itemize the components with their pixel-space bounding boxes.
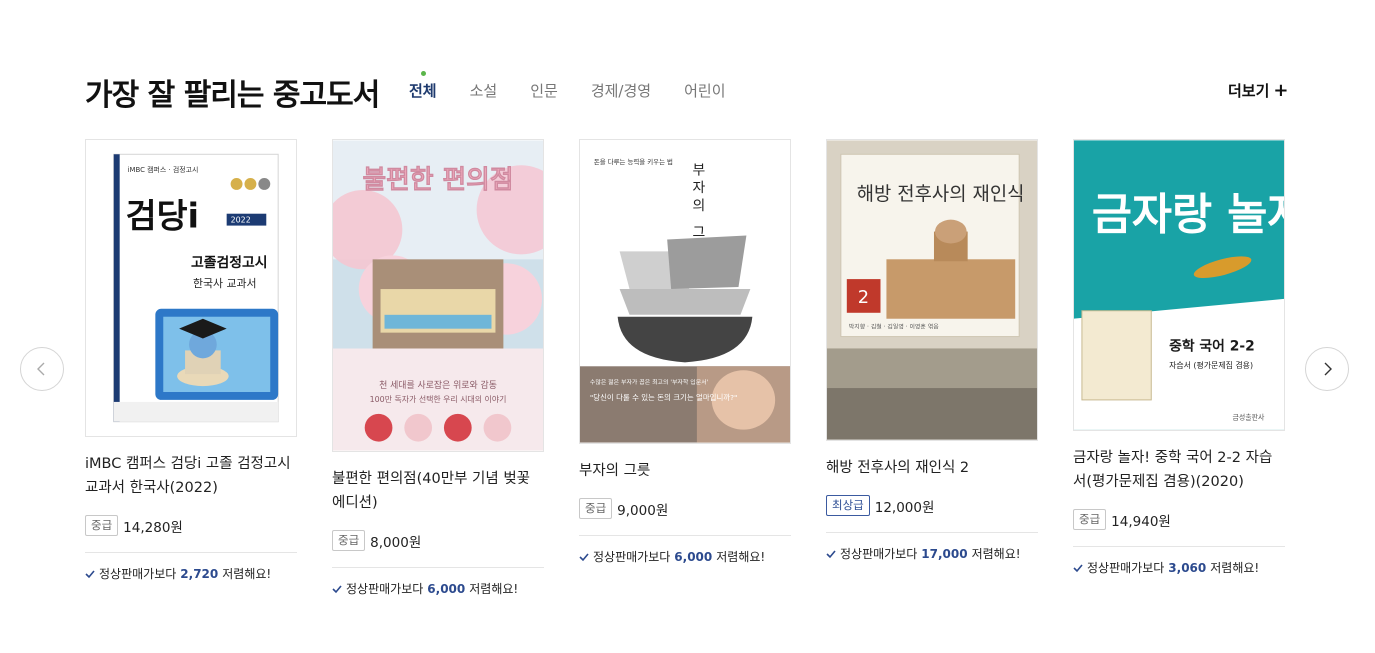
savings-note: 정상판매가보다 2,720 저렴해요! <box>85 565 297 582</box>
savings-suffix: 저렴해요! <box>1210 561 1260 575</box>
book-title[interactable]: 해방 전후사의 재인식 2 <box>826 456 1038 480</box>
tab-novel[interactable]: 소설 <box>470 80 498 101</box>
savings-prefix: 정상판매가보다 <box>346 582 424 596</box>
check-icon <box>579 552 589 561</box>
carousel-prev-button[interactable] <box>20 347 64 391</box>
price-row: 최상급 12,000원 <box>826 495 1038 533</box>
book-price: 8,000원 <box>370 534 422 551</box>
savings-suffix: 저렴해요! <box>971 547 1021 561</box>
grade-badge: 중급 <box>332 530 366 551</box>
book-price: 12,000원 <box>874 499 935 516</box>
book-cover-art: 금자랑 놀자! 중학 국어 2-2 자습서 (평가문제집 겸용) 금성출판사 <box>1074 140 1284 430</box>
chevron-left-icon <box>37 362 45 376</box>
book-card[interactable]: 금자랑 놀자! 중학 국어 2-2 자습서 (평가문제집 겸용) 금성출판사 금… <box>1073 139 1285 576</box>
savings-amount: 17,000 <box>921 546 968 561</box>
book-card[interactable]: 해방 전후사의 재인식 2 박지향 · 김철 · 김일영 · 이영훈 엮음 해방… <box>826 139 1038 562</box>
cover-line1: 박지향 · 김철 · 김일영 · 이영훈 엮음 <box>849 323 939 331</box>
cover-logo: 금자랑 놀자! <box>1092 191 1284 241</box>
check-icon <box>1073 563 1083 572</box>
savings-prefix: 정상판매가보다 <box>1087 561 1165 575</box>
book-title[interactable]: 부자의 그릇 <box>579 459 791 483</box>
tab-humanities[interactable]: 인문 <box>530 80 558 101</box>
savings-note: 정상판매가보다 6,000 저렴해요! <box>579 548 791 565</box>
check-icon <box>332 584 342 593</box>
savings-prefix: 정상판매가보다 <box>840 547 918 561</box>
savings-note: 정상판매가보다 3,060 저렴해요! <box>1073 559 1285 576</box>
cover-line2: 100만 독자가 선택한 우리 시대의 이야기 <box>370 394 507 404</box>
cover-publisher: 금성출판사 <box>1232 413 1264 422</box>
savings-suffix: 저렴해요! <box>469 582 519 596</box>
book-cover[interactable]: 불편한 편의점 천 세대를 사로잡은 위로와 감동 100만 독자가 선택한 우… <box>332 139 544 452</box>
book-title[interactable]: 금자랑 놀자! 중학 국어 2-2 자습서(평가문제집 겸용)(2020) <box>1073 446 1285 494</box>
cover-year: 2022 <box>231 216 251 225</box>
cover-quote: "당신이 다룰 수 있는 돈의 크기는 얼마입니까?" <box>590 392 738 402</box>
cover-line2: 한국사 교과서 <box>193 277 257 290</box>
grade-badge: 중급 <box>579 498 613 519</box>
book-card[interactable]: 불편한 편의점 천 세대를 사로잡은 위로와 감동 100만 독자가 선택한 우… <box>332 139 544 597</box>
cover-brand: iMBC 캠퍼스 · 검정고시 <box>128 165 199 174</box>
cover-line1: 중학 국어 2-2 <box>1169 337 1255 354</box>
book-cover[interactable]: iMBC 캠퍼스 · 검정고시 검당i 2022 고졸검정고시 한국사 교과서 <box>85 139 297 437</box>
savings-amount: 6,000 <box>674 549 713 564</box>
tab-economy[interactable]: 경제/경영 <box>591 80 651 101</box>
book-cover-art: 돈을 다루는 능력을 키우는 법 부자의 그릇 수많은 젊은 부자가 꼽은 최고… <box>580 140 790 443</box>
grade-badge: 중급 <box>1073 509 1107 530</box>
savings-prefix: 정상판매가보다 <box>593 550 671 564</box>
price-row: 중급 9,000원 <box>579 498 791 536</box>
book-cover-art: 불편한 편의점 천 세대를 사로잡은 위로와 감동 100만 독자가 선택한 우… <box>333 140 543 451</box>
book-price: 14,280원 <box>123 519 183 536</box>
check-icon <box>85 569 95 578</box>
book-price: 14,940원 <box>1111 513 1171 530</box>
cover-line1: 돈을 다루는 능력을 키우는 법 <box>594 157 673 166</box>
cover-line2: 자습서 (평가문제집 겸용) <box>1169 360 1253 370</box>
book-cover[interactable]: 해방 전후사의 재인식 2 박지향 · 김철 · 김일영 · 이영훈 엮음 <box>826 139 1038 441</box>
price-row: 중급 14,280원 <box>85 515 297 553</box>
book-cover[interactable]: 금자랑 놀자! 중학 국어 2-2 자습서 (평가문제집 겸용) 금성출판사 <box>1073 139 1285 431</box>
price-row: 중급 8,000원 <box>332 530 544 568</box>
savings-suffix: 저렴해요! <box>716 550 766 564</box>
book-price: 9,000원 <box>617 502 669 519</box>
savings-prefix: 정상판매가보다 <box>99 567 177 581</box>
cover-line2: 수많은 젊은 부자가 꼽은 최고의 '부자학 입문서' <box>590 378 709 386</box>
grade-badge: 중급 <box>85 515 119 536</box>
book-title[interactable]: 불편한 편의점(40만부 기념 벚꽃 에디션) <box>332 467 544 515</box>
category-tabs: 전체 소설 인문 경제/경영 어린이 <box>409 71 759 101</box>
savings-note: 정상판매가보다 6,000 저렴해요! <box>332 580 544 597</box>
more-button[interactable]: 더보기 + <box>1228 80 1289 101</box>
book-cover-art: 해방 전후사의 재인식 2 박지향 · 김철 · 김일영 · 이영훈 엮음 <box>827 140 1037 440</box>
book-cover[interactable]: 돈을 다루는 능력을 키우는 법 부자의 그릇 수많은 젊은 부자가 꼽은 최고… <box>579 139 791 444</box>
grade-badge: 최상급 <box>826 495 870 516</box>
chevron-right-icon <box>1324 362 1332 376</box>
savings-note: 정상판매가보다 17,000 저렴해요! <box>826 545 1038 562</box>
cover-logo: 검당i <box>126 197 199 236</box>
price-row: 중급 14,940원 <box>1073 509 1285 547</box>
cover-logo: 불편한 편의점 <box>362 165 513 195</box>
check-icon <box>826 549 836 558</box>
tab-all[interactable]: 전체 <box>409 71 437 101</box>
cover-line1: 고졸검정고시 <box>191 254 268 271</box>
savings-amount: 6,000 <box>427 581 466 596</box>
book-title[interactable]: iMBC 캠퍼스 검당i 고졸 검정고시 교과서 한국사(2022) <box>85 452 297 500</box>
savings-suffix: 저렴해요! <box>222 567 272 581</box>
tab-children[interactable]: 어린이 <box>684 80 725 101</box>
book-card[interactable]: 돈을 다루는 능력을 키우는 법 부자의 그릇 수많은 젊은 부자가 꼽은 최고… <box>579 139 791 565</box>
savings-amount: 3,060 <box>1168 560 1207 575</box>
book-card[interactable]: iMBC 캠퍼스 · 검정고시 검당i 2022 고졸검정고시 한국사 교과서 … <box>85 139 297 582</box>
plus-icon: + <box>1273 80 1289 101</box>
cover-volume: 2 <box>858 287 869 308</box>
cover-line1: 천 세대를 사로잡은 위로와 감동 <box>379 379 497 391</box>
cover-logo: 해방 전후사의 재인식 <box>857 183 1025 205</box>
more-label: 더보기 <box>1228 82 1270 100</box>
book-cover-art: iMBC 캠퍼스 · 검정고시 검당i 2022 고졸검정고시 한국사 교과서 <box>86 140 296 436</box>
carousel-next-button[interactable] <box>1305 347 1349 391</box>
section-title: 가장 잘 팔리는 중고도서 <box>85 78 380 113</box>
savings-amount: 2,720 <box>180 566 219 581</box>
